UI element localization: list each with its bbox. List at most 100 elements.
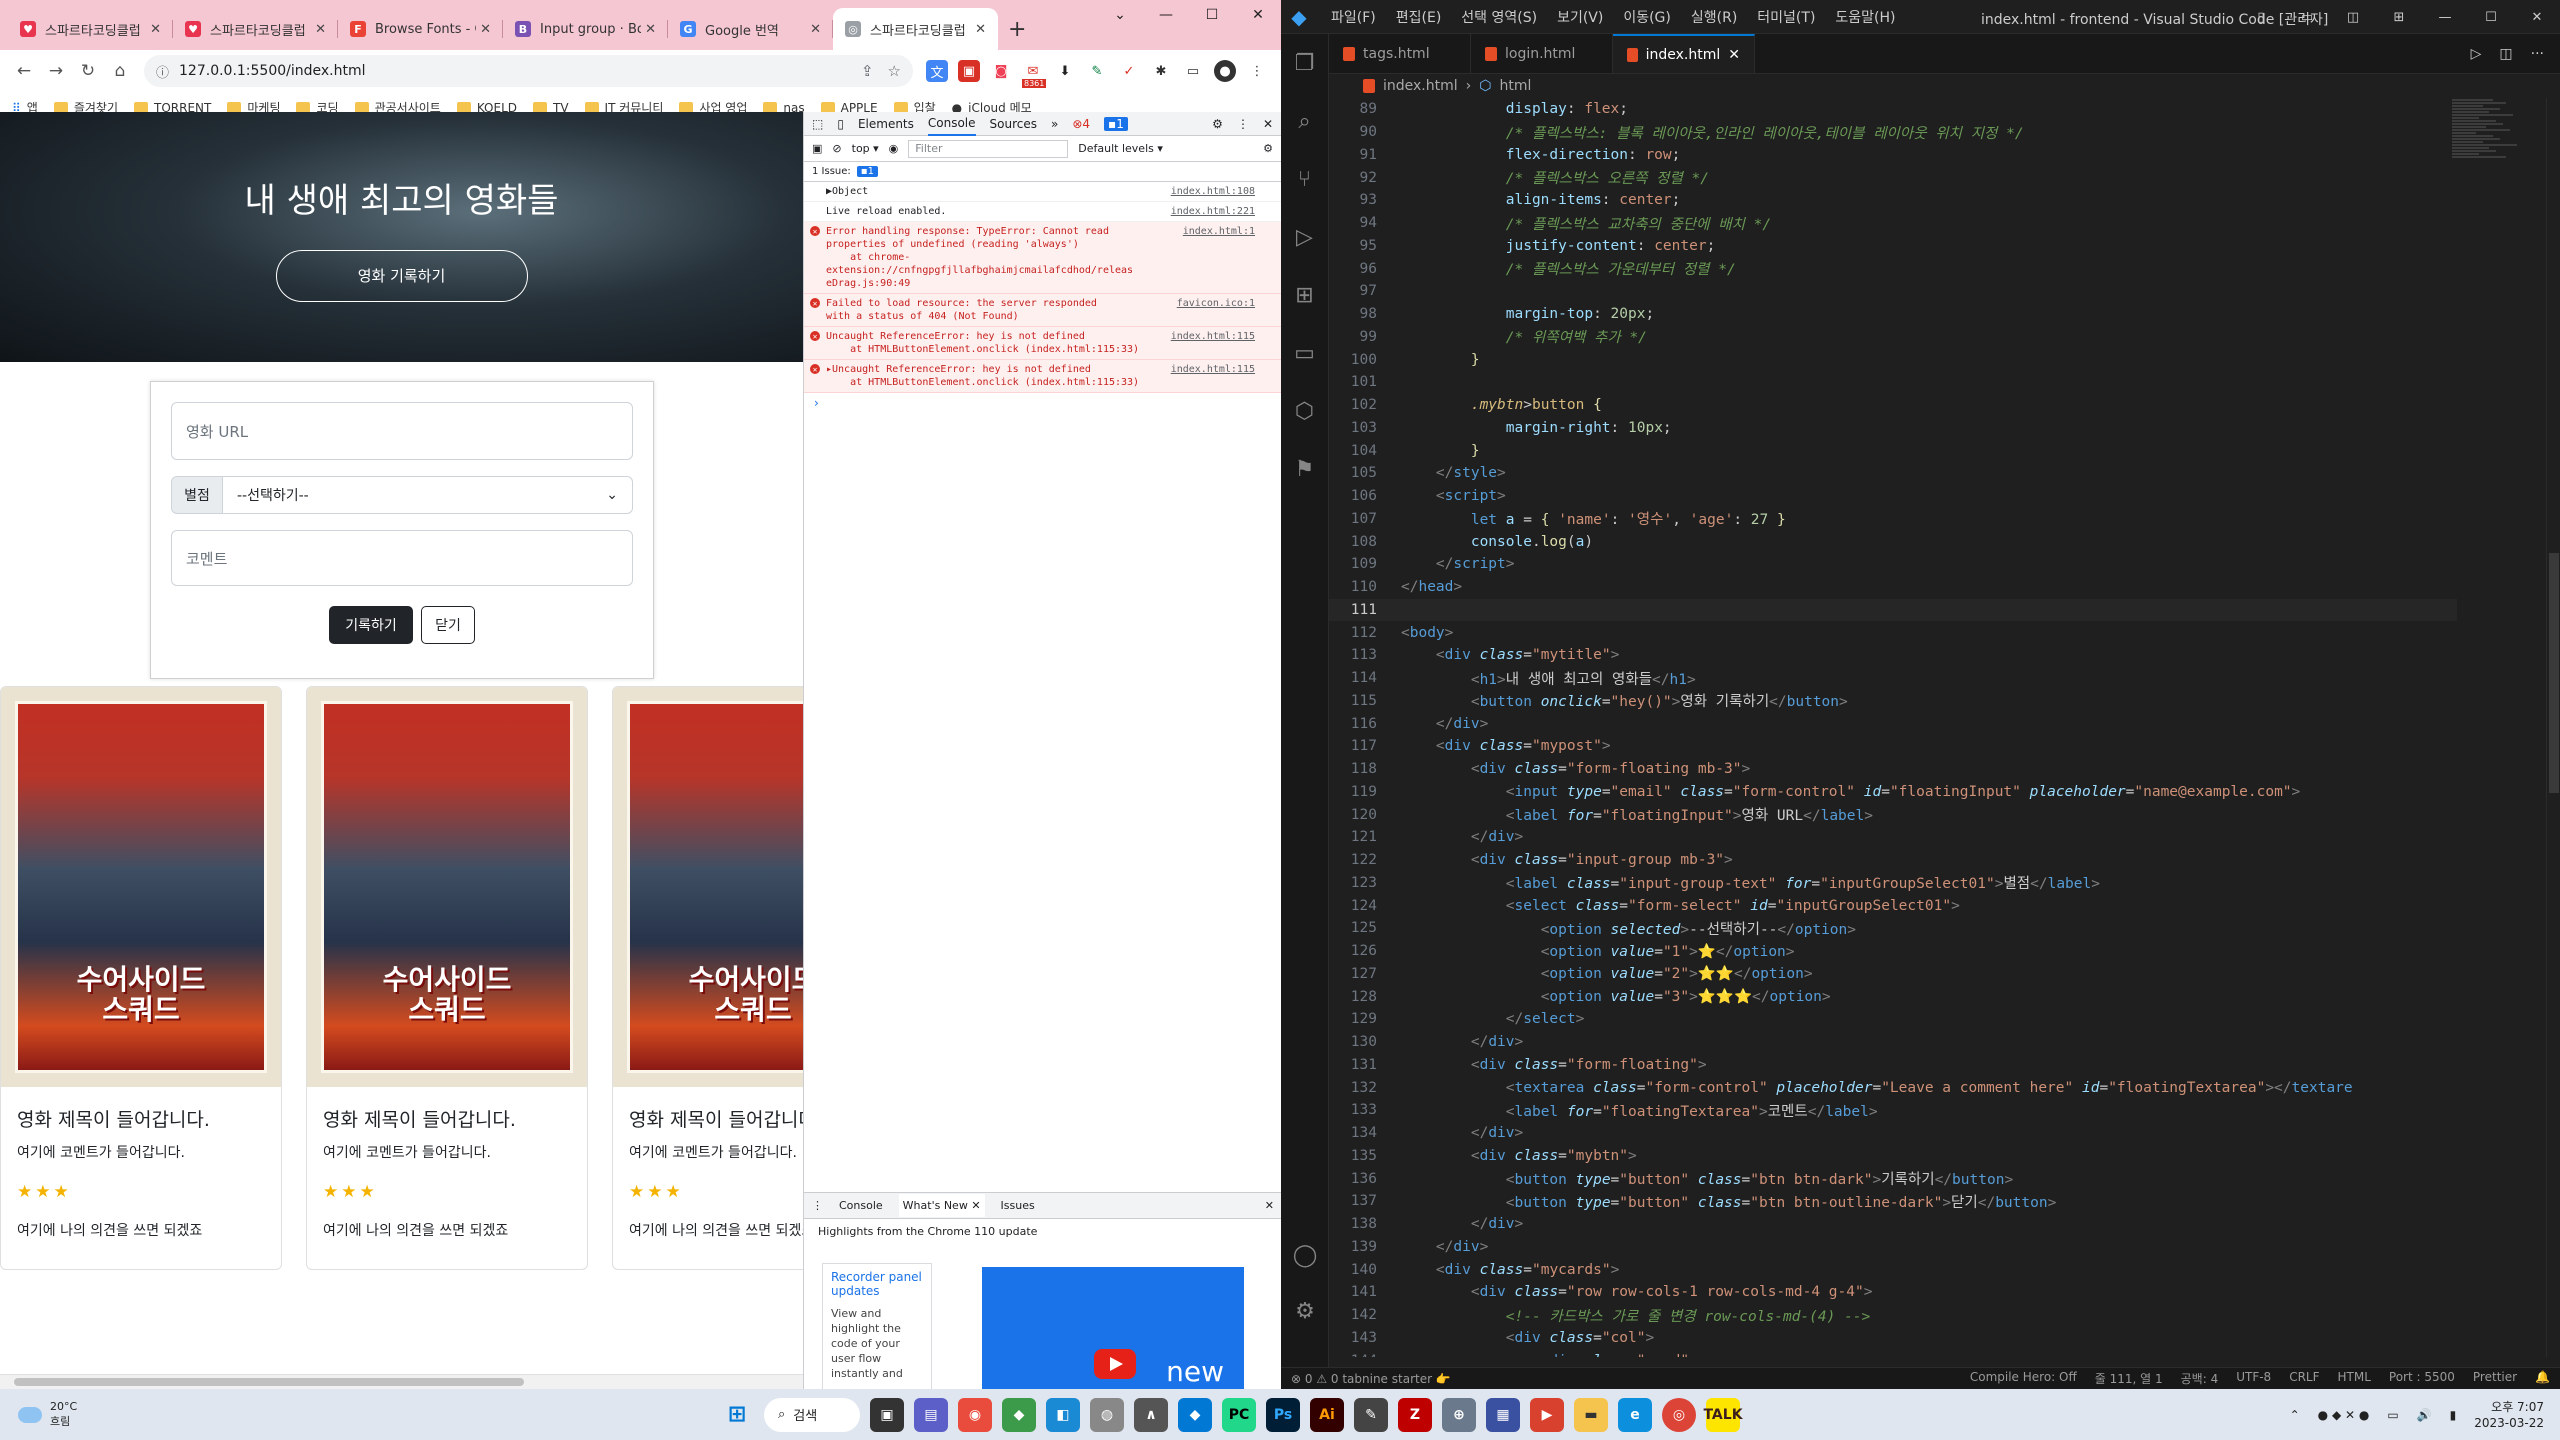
- kakaotalk-icon[interactable]: TALK: [1703, 1397, 1743, 1432]
- layout-panel-icon[interactable]: ▭: [2284, 0, 2330, 34]
- clear-console-icon[interactable]: ⊘: [832, 142, 841, 155]
- file-explorer-icon[interactable]: ▬: [1574, 1397, 1608, 1432]
- edge-icon[interactable]: e: [1618, 1397, 1652, 1432]
- close-tab-icon[interactable]: ✕: [975, 22, 986, 37]
- code-editor[interactable]: 89 display: flex; 90 /* 플렉스박스: 블록 레이아웃,인…: [1329, 98, 2457, 1357]
- chrome-icon[interactable]: ◎: [1662, 1397, 1696, 1432]
- movie-card[interactable]: 수어사이드 스쿼드 영화 제목이 들어갑니다. 여기에 코멘트가 들어갑니다. …: [612, 686, 803, 1270]
- editor-scrollbar[interactable]: [2546, 98, 2560, 1357]
- start-icon[interactable]: ⊞: [720, 1398, 754, 1432]
- split-editor-icon[interactable]: ◫: [2499, 46, 2512, 62]
- close-tab-icon[interactable]: ✕: [480, 22, 491, 37]
- log-source-link[interactable]: index.html:115: [1171, 330, 1255, 343]
- menu-run[interactable]: 실행(R): [1691, 7, 1737, 27]
- layout-custom-icon[interactable]: ⊞: [2376, 0, 2422, 34]
- gear-icon[interactable]: ⚙: [1212, 117, 1223, 131]
- log-source-link[interactable]: index.html:108: [1171, 185, 1255, 198]
- issues-bar[interactable]: 1 Issue: ▪1: [804, 162, 1281, 182]
- record-movie-button[interactable]: 영화 기록하기: [275, 249, 528, 302]
- sidebar-toggle-icon[interactable]: ▣: [812, 142, 822, 155]
- editor-tab-active[interactable]: index.html ✕: [1613, 34, 1755, 73]
- run-icon[interactable]: ▷: [2471, 46, 2482, 62]
- minimap[interactable]: [2452, 98, 2520, 498]
- run-debug-icon[interactable]: ▷: [1281, 208, 1328, 266]
- gmail-icon[interactable]: ✉ 8361: [1022, 60, 1047, 88]
- browser-tab[interactable]: F Browse Fonts - Goo ✕: [338, 8, 503, 50]
- pycharm-icon[interactable]: PC: [1222, 1397, 1256, 1432]
- console-prompt[interactable]: ›: [804, 393, 1281, 413]
- account-icon[interactable]: ◯: [1281, 1226, 1329, 1284]
- error-count-badge[interactable]: ⊗4: [1072, 117, 1090, 131]
- drawer-tab-console[interactable]: Console: [839, 1199, 883, 1212]
- gear-icon[interactable]: ⚙: [1263, 142, 1273, 155]
- tab-console[interactable]: Console: [927, 112, 976, 136]
- console-error-row[interactable]: ✕ Error handling response: TypeError: Can…: [804, 222, 1281, 294]
- vscode-taskbar-icon[interactable]: ◆: [1178, 1397, 1212, 1432]
- source-control-icon[interactable]: ⑂: [1281, 150, 1328, 208]
- movie-card[interactable]: 수어사이드 스쿼드 영화 제목이 들어갑니다. 여기에 코멘트가 들어갑니다. …: [0, 686, 282, 1270]
- problems-status[interactable]: ⊗ 0 ⚠ 0 tabnine starter 👉: [1291, 1372, 1451, 1386]
- editor-tab[interactable]: login.html: [1471, 34, 1613, 73]
- log-source-link[interactable]: index.html:115: [1171, 363, 1255, 376]
- weather-widget[interactable]: 20°C 흐림: [0, 1400, 300, 1429]
- layout-split-icon[interactable]: ◫: [2330, 0, 2376, 34]
- menu-terminal[interactable]: 터미널(T): [1757, 7, 1815, 27]
- menu-selection[interactable]: 선택 영역(S): [1461, 7, 1537, 27]
- check-icon[interactable]: ✓: [1118, 60, 1140, 82]
- taskbar-search[interactable]: ⌕ 검색: [764, 1397, 860, 1432]
- share-icon[interactable]: ⇪: [861, 62, 874, 80]
- pen-icon[interactable]: ✎: [1086, 60, 1108, 82]
- tabnine-icon[interactable]: ⬡: [1281, 382, 1328, 440]
- app-icon[interactable]: ◉: [958, 1397, 992, 1432]
- menu-view[interactable]: 보기(V): [1557, 7, 1603, 27]
- log-source-link[interactable]: index.html:221: [1171, 205, 1255, 218]
- app-icon[interactable]: ⊕: [1442, 1397, 1476, 1432]
- close-tab-icon[interactable]: ✕: [645, 22, 656, 37]
- close-tab-icon[interactable]: ✕: [315, 22, 326, 37]
- star-select[interactable]: --선택하기-- ⌄: [223, 476, 633, 514]
- live-server-port[interactable]: Port : 5500: [2389, 1370, 2455, 1387]
- maximize-icon[interactable]: ☐: [2468, 0, 2514, 34]
- forward-icon[interactable]: →: [42, 57, 70, 85]
- browser-tab-active[interactable]: ◎ 스파르타코딩클럽 ✕: [833, 8, 998, 50]
- chat-icon[interactable]: ▤: [914, 1397, 948, 1432]
- clock[interactable]: 오후 7:07 2023-03-22: [2474, 1399, 2544, 1431]
- tab-sources[interactable]: Sources: [990, 117, 1037, 131]
- more-tabs-icon[interactable]: »: [1051, 117, 1058, 131]
- bookmark-star-icon[interactable]: ☆: [888, 62, 901, 80]
- browser-tab[interactable]: G Google 번역 ✕: [668, 8, 833, 50]
- close-icon[interactable]: ✕: [2514, 0, 2560, 34]
- drawer-tab-whats-new[interactable]: What's New ✕: [898, 1194, 985, 1217]
- close-button[interactable]: 닫기: [421, 606, 475, 644]
- puzzle-icon[interactable]: ✱: [1150, 60, 1172, 82]
- tray-icons[interactable]: ● ◆ ✕ ●: [2318, 1408, 2370, 1422]
- context-select[interactable]: top ▾: [852, 142, 879, 155]
- console-error-row[interactable]: ✕ Failed to load resource: the server res…: [804, 294, 1281, 327]
- gear-icon[interactable]: ⚙: [1281, 1282, 1329, 1340]
- photoshop-icon[interactable]: Ps: [1266, 1397, 1300, 1432]
- browser-tab[interactable]: B Input group · Boot✕: [503, 8, 668, 50]
- browser-tab[interactable]: ♥ 스파르타코딩클럽 ✕: [8, 8, 173, 50]
- minimize-icon[interactable]: —: [1143, 0, 1189, 30]
- log-source-link[interactable]: favicon.ico:1: [1177, 297, 1255, 310]
- maximize-icon[interactable]: ☐: [1189, 0, 1235, 30]
- app-icon[interactable]: ◧: [1046, 1397, 1080, 1432]
- more-actions-icon[interactable]: ···: [2531, 46, 2544, 62]
- console-log-row[interactable]: Live reload enabled. index.html:221: [804, 202, 1281, 222]
- illustrator-icon[interactable]: Ai: [1310, 1397, 1344, 1432]
- filter-input[interactable]: Filter: [908, 139, 1069, 158]
- close-icon[interactable]: ✕: [971, 1199, 980, 1212]
- remote-explorer-icon[interactable]: ▭: [1281, 324, 1328, 382]
- menu-go[interactable]: 이동(G): [1623, 7, 1671, 27]
- reload-icon[interactable]: ↻: [74, 57, 102, 85]
- sidepanel-icon[interactable]: ▭: [1182, 60, 1204, 82]
- console-error-row[interactable]: ✕ ▸Uncaught ReferenceError: hey is not de…: [804, 360, 1281, 393]
- bookmark-icon[interactable]: ⚑: [1281, 440, 1328, 498]
- app-icon[interactable]: ∧: [1134, 1397, 1168, 1432]
- download-icon[interactable]: ⬇: [1054, 60, 1076, 82]
- close-icon[interactable]: ✕: [1728, 47, 1740, 63]
- back-icon[interactable]: ←: [10, 57, 38, 85]
- info-icon[interactable]: ⓘ: [156, 62, 169, 81]
- log-source-link[interactable]: index.html:1: [1183, 225, 1255, 238]
- cursor-position[interactable]: 줄 111, 열 1: [2095, 1370, 2163, 1387]
